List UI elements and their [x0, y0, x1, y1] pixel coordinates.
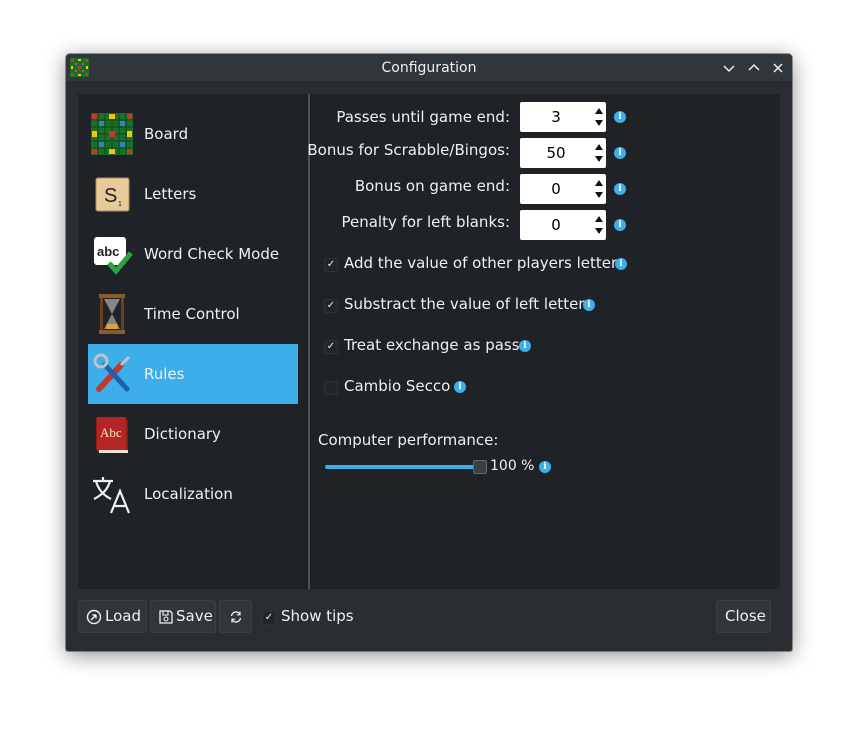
nav-label: Board	[144, 125, 189, 143]
content-area: Board S 1 Letters abc Word Check Mode Ti…	[78, 94, 780, 589]
board-icon	[91, 113, 133, 155]
spin-down-icon[interactable]	[594, 189, 604, 201]
minimize-button[interactable]	[721, 60, 737, 76]
maximize-button[interactable]	[746, 60, 762, 76]
spin-value: 50	[546, 144, 566, 162]
nav-item-word-check-mode[interactable]: abc Word Check Mode	[88, 224, 298, 284]
bingo-bonus-label: Bonus for Scrabble/Bingos:	[307, 141, 510, 159]
close-button[interactable]: Close	[716, 600, 771, 633]
passes-label: Passes until game end:	[336, 108, 510, 126]
cambio-secco-label[interactable]: Cambio Secco	[344, 377, 450, 395]
spin-down-icon[interactable]	[594, 225, 604, 237]
info-icon[interactable]: i	[519, 340, 531, 352]
nav-item-board[interactable]: Board	[88, 104, 298, 164]
refresh-icon	[230, 611, 242, 623]
show-tips-label[interactable]: Show tips	[281, 607, 354, 625]
save-icon	[159, 610, 173, 624]
spin-up-icon[interactable]	[594, 141, 604, 153]
load-label: Load	[105, 607, 141, 625]
abc-check-icon: abc	[92, 235, 133, 275]
info-icon[interactable]: i	[614, 183, 626, 195]
info-icon[interactable]: i	[583, 299, 595, 311]
chevron-down-icon	[723, 65, 735, 73]
add-others-letters-checkbox[interactable]: ✓	[324, 258, 338, 272]
info-icon[interactable]: i	[614, 147, 626, 159]
info-icon[interactable]: i	[615, 258, 627, 270]
nav-label: Time Control	[144, 305, 240, 323]
bingo-bonus-spinbox[interactable]: 50	[520, 138, 606, 168]
spin-value: 0	[551, 216, 561, 234]
end-bonus-label: Bonus on game end:	[354, 177, 510, 195]
load-button[interactable]: Load	[78, 600, 147, 633]
configuration-dialog: Configuration Board S 1 Letters abc Word…	[66, 54, 792, 651]
book-icon: Abc	[96, 417, 128, 453]
show-tips-checkbox[interactable]: ✓	[262, 611, 276, 625]
spin-value: 0	[551, 180, 561, 198]
performance-slider-track[interactable]	[325, 465, 480, 469]
performance-label: Computer performance:	[318, 431, 499, 449]
reset-button[interactable]	[219, 600, 252, 633]
close-window-button[interactable]	[770, 60, 786, 76]
translate-icon	[93, 477, 131, 514]
tools-icon	[93, 353, 131, 392]
chevron-up-icon	[748, 63, 760, 71]
save-button[interactable]: Save	[150, 600, 216, 633]
spin-up-icon[interactable]	[594, 177, 604, 189]
info-icon[interactable]: i	[614, 111, 626, 123]
category-list: Board S 1 Letters abc Word Check Mode Ti…	[78, 94, 308, 589]
blank-penalty-spinbox[interactable]: 0	[520, 210, 606, 240]
performance-value: 100 %	[490, 458, 535, 474]
close-icon	[773, 63, 783, 73]
nav-label: Dictionary	[144, 425, 221, 443]
letter-tile-icon: S 1	[95, 177, 130, 212]
spin-value: 3	[551, 108, 561, 126]
nav-item-letters[interactable]: S 1 Letters	[88, 164, 298, 224]
window-title: Configuration	[381, 60, 477, 76]
load-icon	[86, 609, 102, 625]
nav-item-rules[interactable]: Rules	[88, 344, 298, 404]
nav-item-time-control[interactable]: Time Control	[88, 284, 298, 344]
spin-up-icon[interactable]	[594, 105, 604, 117]
performance-slider-handle[interactable]	[473, 460, 487, 474]
nav-label: Word Check Mode	[144, 245, 280, 263]
spin-down-icon[interactable]	[594, 117, 604, 129]
nav-label: Letters	[144, 185, 197, 203]
subtract-left-letters-label[interactable]: Substract the value of left letters	[344, 295, 592, 313]
passes-spinbox[interactable]: 3	[520, 102, 606, 132]
close-label: Close	[725, 607, 766, 625]
spin-down-icon[interactable]	[594, 153, 604, 165]
title-bar: Configuration	[66, 54, 792, 83]
save-label: Save	[176, 607, 213, 625]
hourglass-icon	[99, 294, 125, 334]
info-icon[interactable]: i	[614, 219, 626, 231]
blank-penalty-label: Penalty for left blanks:	[341, 213, 510, 231]
nav-label: Localization	[144, 485, 233, 503]
rules-panel: Passes until game end: 3 i Bonus for Scr…	[307, 94, 780, 589]
info-icon[interactable]: i	[539, 461, 551, 473]
svg-text:abc: abc	[97, 244, 119, 259]
nav-item-localization[interactable]: Localization	[88, 464, 298, 524]
svg-text:S: S	[104, 185, 117, 207]
exchange-as-pass-label[interactable]: Treat exchange as pass	[344, 336, 520, 354]
add-others-letters-label[interactable]: Add the value of other players letters	[344, 254, 625, 272]
subtract-left-letters-checkbox[interactable]: ✓	[324, 299, 338, 313]
svg-text:1: 1	[118, 201, 122, 208]
spin-up-icon[interactable]	[594, 213, 604, 225]
cambio-secco-checkbox[interactable]	[324, 381, 338, 395]
exchange-as-pass-checkbox[interactable]: ✓	[324, 340, 338, 354]
end-bonus-spinbox[interactable]: 0	[520, 174, 606, 204]
info-icon[interactable]: i	[454, 381, 466, 393]
svg-text:Abc: Abc	[100, 425, 122, 440]
nav-label: Rules	[144, 365, 185, 383]
nav-item-dictionary[interactable]: Abc Dictionary	[88, 404, 298, 464]
